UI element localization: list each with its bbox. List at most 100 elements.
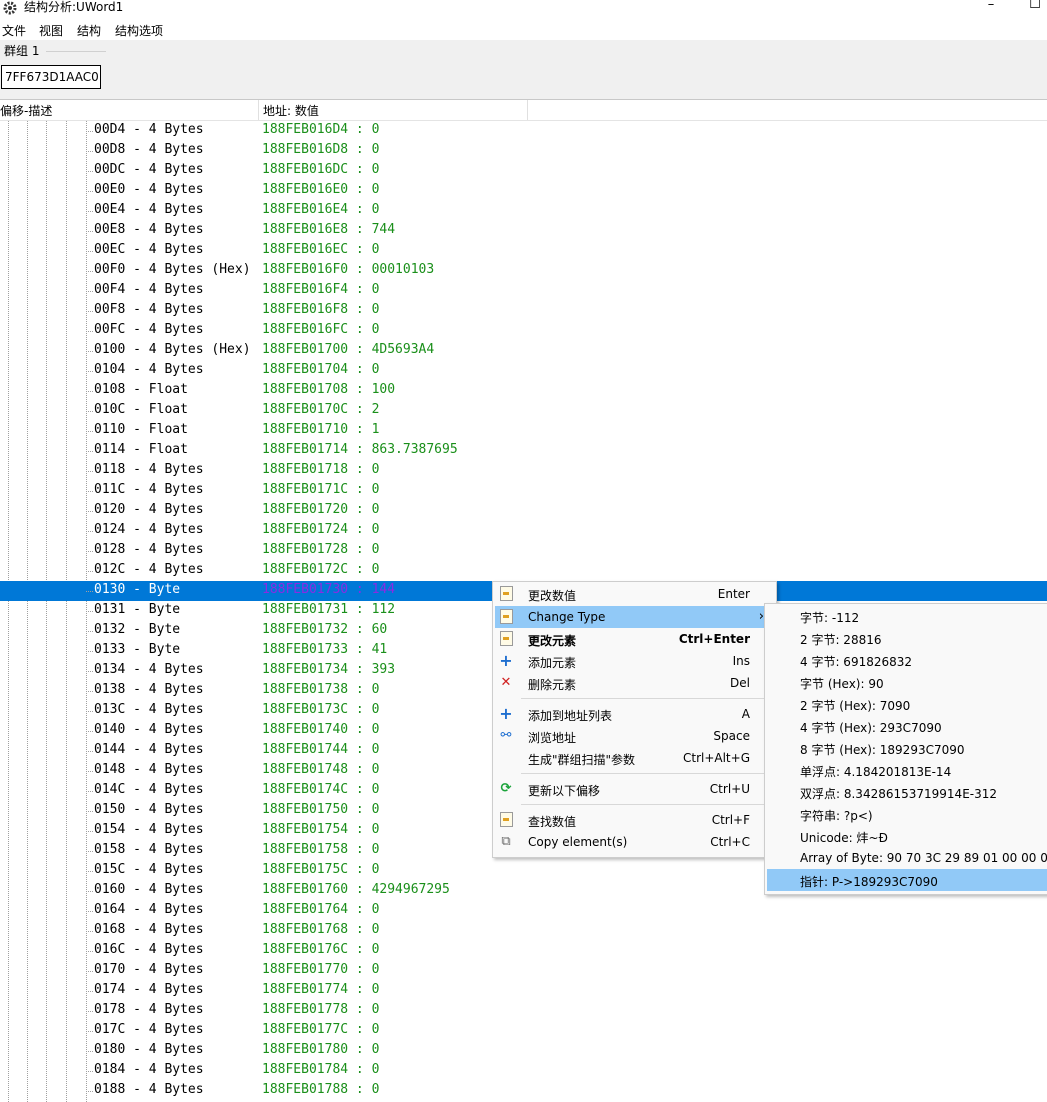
edit-icon: [498, 609, 514, 625]
tree-connector: [86, 211, 93, 212]
submenu-type-option[interactable]: Array of Byte: 90 70 3C 29 89 01 00 00 0…: [767, 847, 1047, 869]
submenu-type-option[interactable]: 指针: P->189293C7090: [767, 869, 1047, 891]
table-row[interactable]: 0118 - 4 Bytes 188FEB01718 : 0: [0, 461, 1047, 481]
tree-connector: [86, 1071, 93, 1072]
tree-connector: [86, 251, 93, 252]
menu-item-label: 更改数值: [528, 589, 577, 603]
tree-connector: [86, 971, 93, 972]
submenu-type-option[interactable]: 字符串: ?p<): [767, 803, 1047, 825]
row-address-value: 188FEB016D4 : 0: [262, 122, 380, 137]
table-row[interactable]: 0170 - 4 Bytes 188FEB01770 : 0: [0, 961, 1047, 981]
tree-connector: [86, 311, 93, 312]
submenu-type-option[interactable]: 2 字节: 28816: [767, 627, 1047, 649]
submenu-type-option[interactable]: 字节: -112: [767, 605, 1047, 627]
table-row[interactable]: 00DC - 4 Bytes 188FEB016DC : 0: [0, 161, 1047, 181]
menu-item-browse-address[interactable]: ⚯ 浏览地址 Space: [495, 725, 774, 747]
submenu-type-option[interactable]: Unicode: 炐~Đ: [767, 825, 1047, 847]
table-row[interactable]: 00F8 - 4 Bytes 188FEB016F8 : 0: [0, 301, 1047, 321]
table-row[interactable]: 0124 - 4 Bytes 188FEB01724 : 0: [0, 521, 1047, 541]
table-row[interactable]: 0120 - 4 Bytes 188FEB01720 : 0: [0, 501, 1047, 521]
change-type-submenu: 字节: -112 2 字节: 28816 4 字节: 691826832 字节 (He…: [764, 603, 1047, 895]
table-row[interactable]: 0168 - 4 Bytes 188FEB01768 : 0: [0, 921, 1047, 941]
search-icon: [498, 812, 514, 828]
binoculars-icon: ⚯: [500, 728, 512, 743]
table-row[interactable]: 00F0 - 4 Bytes (Hex) 188FEB016F0 : 000101…: [0, 261, 1047, 281]
row-offset-desc: 0148 - 4 Bytes: [94, 762, 204, 777]
table-row[interactable]: 010C - Float 188FEB0170C : 2: [0, 401, 1047, 421]
submenu-type-option[interactable]: 4 字节 (Hex): 293C7090: [767, 715, 1047, 737]
submenu-type-option[interactable]: 字节 (Hex): 90: [767, 671, 1047, 693]
menu-item-add-to-address-list[interactable]: + 添加到地址列表 A: [495, 703, 774, 725]
row-address-value: 188FEB016E8 : 744: [262, 222, 396, 237]
group-address-field[interactable]: 7FF673D1AAC0: [1, 65, 101, 89]
menu-item-add-element[interactable]: + 添加元素 Ins: [495, 650, 774, 672]
tree-connector: [86, 191, 93, 192]
menu-item-generate-group-scan[interactable]: 生成"群组扫描"参数 Ctrl+Alt+G: [495, 747, 774, 769]
column-header: 偏移-描述 地址: 数值: [0, 100, 1047, 121]
table-row[interactable]: 0184 - 4 Bytes 188FEB01784 : 0: [0, 1061, 1047, 1081]
table-row[interactable]: 00E8 - 4 Bytes 188FEB016E8 : 744: [0, 221, 1047, 241]
menu-item-change-element[interactable]: 更改元素 Ctrl+Enter: [495, 628, 774, 650]
window-title: 结构分析:UWord1: [24, 0, 124, 14]
column-address-value[interactable]: 地址: 数值: [263, 102, 319, 119]
row-address-value: 188FEB016D8 : 0: [262, 142, 380, 157]
submenu-type-option[interactable]: 双浮点: 8.34286153719914E-312: [767, 781, 1047, 803]
submenu-type-option[interactable]: 2 字节 (Hex): 7090: [767, 693, 1047, 715]
table-row[interactable]: 00D4 - 4 Bytes 188FEB016D4 : 0: [0, 121, 1047, 141]
submenu-type-option[interactable]: 4 字节: 691826832: [767, 649, 1047, 671]
table-row[interactable]: 0108 - Float 188FEB01708 : 100: [0, 381, 1047, 401]
submenu-option-label: 4 字节 (Hex): 293C7090: [800, 721, 942, 735]
submenu-type-option[interactable]: 8 字节 (Hex): 189293C7090: [767, 737, 1047, 759]
table-row[interactable]: 011C - 4 Bytes 188FEB0171C : 0: [0, 481, 1047, 501]
row-address-value: 188FEB0175C : 0: [262, 862, 380, 877]
menu-item-shortcut: Ctrl+U: [709, 782, 750, 796]
table-row[interactable]: 0164 - 4 Bytes 188FEB01764 : 0: [0, 901, 1047, 921]
tree-connector: [86, 451, 93, 452]
column-offset-desc[interactable]: 偏移-描述: [0, 102, 52, 119]
menu-item-copy-elements[interactable]: ⧉ Copy element(s) Ctrl+C: [495, 831, 774, 853]
table-row[interactable]: 00D8 - 4 Bytes 188FEB016D8 : 0: [0, 141, 1047, 161]
table-row[interactable]: 0188 - 4 Bytes 188FEB01788 : 0: [0, 1081, 1047, 1101]
column-separator[interactable]: [527, 100, 528, 120]
table-row[interactable]: 0114 - Float 188FEB01714 : 863.7387695: [0, 441, 1047, 461]
tree-connector: [86, 891, 93, 892]
table-row[interactable]: 0180 - 4 Bytes 188FEB01780 : 0: [0, 1041, 1047, 1061]
table-row[interactable]: 016C - 4 Bytes 188FEB0176C : 0: [0, 941, 1047, 961]
submenu-option-label: 字节: -112: [800, 611, 860, 625]
table-row[interactable]: 0100 - 4 Bytes (Hex) 188FEB01700 : 4D5693…: [0, 341, 1047, 361]
table-row[interactable]: 012C - 4 Bytes 188FEB0172C : 0: [0, 561, 1047, 581]
table-row[interactable]: 017C - 4 Bytes 188FEB0177C : 0: [0, 1021, 1047, 1041]
row-offset-desc: 00E4 - 4 Bytes: [94, 202, 204, 217]
table-row[interactable]: 0174 - 4 Bytes 188FEB01774 : 0: [0, 981, 1047, 1001]
table-row[interactable]: 0128 - 4 Bytes 188FEB01728 : 0: [0, 541, 1047, 561]
menu-item-delete-element[interactable]: ✕ 删除元素 Del: [495, 672, 774, 694]
submenu-type-option[interactable]: 单浮点: 4.184201813E-14: [767, 759, 1047, 781]
menu-item-change-type[interactable]: Change Type ›: [495, 606, 774, 628]
row-offset-desc: 017C - 4 Bytes: [94, 1022, 204, 1037]
table-row[interactable]: 0104 - 4 Bytes 188FEB01704 : 0: [0, 361, 1047, 381]
table-row[interactable]: 00FC - 4 Bytes 188FEB016FC : 0: [0, 321, 1047, 341]
menu-view[interactable]: 视图: [39, 22, 63, 39]
menu-file[interactable]: 文件: [2, 22, 26, 39]
row-offset-desc: 0134 - 4 Bytes: [94, 662, 204, 677]
table-row[interactable]: 0178 - 4 Bytes 188FEB01778 : 0: [0, 1001, 1047, 1021]
row-address-value: 188FEB0174C : 0: [262, 782, 380, 797]
maximize-button[interactable]: ☐: [1020, 0, 1047, 17]
table-row[interactable]: 00E0 - 4 Bytes 188FEB016E0 : 0: [0, 181, 1047, 201]
row-address-value: 188FEB0176C : 0: [262, 942, 380, 957]
menu-item-find-value[interactable]: 查找数值 Ctrl+F: [495, 809, 774, 831]
minimize-button[interactable]: –: [976, 0, 1006, 17]
menu-item-change-value[interactable]: 更改数值 Enter: [495, 583, 774, 605]
table-row[interactable]: 00F4 - 4 Bytes 188FEB016F4 : 0: [0, 281, 1047, 301]
table-row[interactable]: 00EC - 4 Bytes 188FEB016EC : 0: [0, 241, 1047, 261]
menu-item-update-offsets[interactable]: ⟳ 更新以下偏移 Ctrl+U: [495, 778, 774, 800]
menu-item-shortcut: A: [741, 707, 750, 721]
menu-structure-options[interactable]: 结构选项: [115, 22, 163, 39]
plus-icon: +: [499, 704, 513, 723]
table-row[interactable]: 0110 - Float 188FEB01710 : 1: [0, 421, 1047, 441]
table-row[interactable]: 00E4 - 4 Bytes 188FEB016E4 : 0: [0, 201, 1047, 221]
column-separator[interactable]: [258, 100, 259, 120]
row-address-value: 188FEB01731 : 112: [262, 602, 396, 617]
menu-structure[interactable]: 结构: [77, 22, 101, 39]
title-bar: 结构分析:UWord1 – ☐: [0, 0, 1047, 20]
